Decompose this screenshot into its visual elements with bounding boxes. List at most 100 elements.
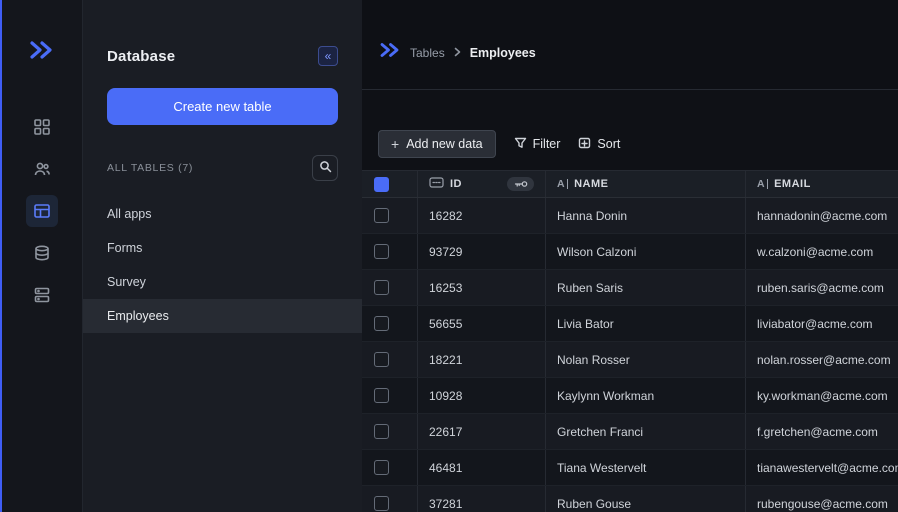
row-checkbox[interactable] xyxy=(374,496,389,511)
cell-name[interactable]: Hanna Donin xyxy=(546,198,746,233)
cell-name[interactable]: Ruben Gouse xyxy=(546,486,746,512)
cell-id[interactable]: 37281 xyxy=(418,486,546,512)
cell-name[interactable]: Ruben Saris xyxy=(546,270,746,305)
table-row[interactable]: 37281 Ruben Gouse rubengouse@acme.com xyxy=(362,486,898,512)
email-value: w.calzoni@acme.com xyxy=(757,245,873,259)
row-checkbox[interactable] xyxy=(374,280,389,295)
email-value: nolan.rosser@acme.com xyxy=(757,353,891,367)
id-field-type-icon xyxy=(429,177,444,191)
create-new-table-button[interactable]: Create new table xyxy=(107,88,338,125)
app-window: Database « Create new table ALL TABLES (… xyxy=(0,0,898,512)
row-checkbox[interactable] xyxy=(374,352,389,367)
email-value: hannadonin@acme.com xyxy=(757,209,887,223)
filter-button[interactable]: Filter xyxy=(514,130,561,158)
cell-id[interactable]: 56655 xyxy=(418,306,546,341)
cell-id[interactable]: 10928 xyxy=(418,378,546,413)
cell-id[interactable]: 16282 xyxy=(418,198,546,233)
row-checkbox[interactable] xyxy=(374,316,389,331)
sidebar: Database « Create new table ALL TABLES (… xyxy=(83,0,362,512)
breadcrumb: Tables Employees xyxy=(380,42,536,63)
email-value: tianawestervelt@acme.com xyxy=(757,461,898,475)
row-checkbox[interactable] xyxy=(374,388,389,403)
name-value: Hanna Donin xyxy=(557,209,627,223)
table-row[interactable]: 10928 Kaylynn Workman ky.workman@acme.co… xyxy=(362,378,898,414)
id-value: 18221 xyxy=(429,353,462,367)
cell-name[interactable]: Gretchen Franci xyxy=(546,414,746,449)
cell-email[interactable]: rubengouse@acme.com xyxy=(746,486,898,512)
cell-id[interactable]: 16253 xyxy=(418,270,546,305)
id-value: 10928 xyxy=(429,389,462,403)
filter-icon xyxy=(514,137,527,152)
table-row[interactable]: 16282 Hanna Donin hannadonin@acme.com xyxy=(362,198,898,234)
cell-name[interactable]: Tiana Westervelt xyxy=(546,450,746,485)
row-checkbox[interactable] xyxy=(374,424,389,439)
sidebar-table-item[interactable]: All apps xyxy=(83,197,362,231)
sort-icon xyxy=(578,137,591,152)
cell-id[interactable]: 46481 xyxy=(418,450,546,485)
id-value: 16282 xyxy=(429,209,462,223)
dashboard-icon[interactable] xyxy=(26,111,58,143)
search-icon xyxy=(319,160,332,176)
column-header-id[interactable]: ID xyxy=(418,171,546,197)
add-new-data-button[interactable]: + Add new data xyxy=(378,130,496,158)
cell-id[interactable]: 93729 xyxy=(418,234,546,269)
name-value: Ruben Gouse xyxy=(557,497,631,511)
table-row[interactable]: 56655 Livia Bator liviabator@acme.com xyxy=(362,306,898,342)
users-icon[interactable] xyxy=(26,153,58,185)
column-label-name: NAME xyxy=(574,178,608,190)
row-checkbox[interactable] xyxy=(374,460,389,475)
text-field-type-icon: A xyxy=(557,178,568,190)
cell-email[interactable]: liviabator@acme.com xyxy=(746,306,898,341)
cell-email[interactable]: w.calzoni@acme.com xyxy=(746,234,898,269)
cell-id[interactable]: 18221 xyxy=(418,342,546,377)
breadcrumb-current-page: Employees xyxy=(470,46,536,60)
sidebar-table-item-label: Employees xyxy=(107,309,169,323)
table-row[interactable]: 93729 Wilson Calzoni w.calzoni@acme.com xyxy=(362,234,898,270)
add-new-data-label: Add new data xyxy=(406,137,482,151)
tables-list: All apps Forms Survey Employees xyxy=(83,197,362,333)
name-value: Kaylynn Workman xyxy=(557,389,654,403)
sidebar-table-item[interactable]: Forms xyxy=(83,231,362,265)
cell-email[interactable]: hannadonin@acme.com xyxy=(746,198,898,233)
table-icon[interactable] xyxy=(26,195,58,227)
name-value: Tiana Westervelt xyxy=(557,461,646,475)
column-header-email[interactable]: A EMAIL xyxy=(746,171,898,197)
sort-button[interactable]: Sort xyxy=(578,130,620,158)
sidebar-table-item-label: Forms xyxy=(107,241,142,255)
select-all-checkbox[interactable] xyxy=(374,177,389,192)
table-row[interactable]: 18221 Nolan Rosser nolan.rosser@acme.com xyxy=(362,342,898,378)
cell-name[interactable]: Livia Bator xyxy=(546,306,746,341)
cell-email[interactable]: f.gretchen@acme.com xyxy=(746,414,898,449)
table-row[interactable]: 16253 Ruben Saris ruben.saris@acme.com xyxy=(362,270,898,306)
cell-name[interactable]: Nolan Rosser xyxy=(546,342,746,377)
column-header-name[interactable]: A NAME xyxy=(546,171,746,197)
id-value: 56655 xyxy=(429,317,462,331)
primary-key-badge xyxy=(507,177,534,191)
row-checkbox[interactable] xyxy=(374,244,389,259)
table-row[interactable]: 22617 Gretchen Franci f.gretchen@acme.co… xyxy=(362,414,898,450)
collapse-sidebar-button[interactable]: « xyxy=(318,46,338,66)
cell-email[interactable]: ruben.saris@acme.com xyxy=(746,270,898,305)
breadcrumb-tables-link[interactable]: Tables xyxy=(410,46,445,60)
sidebar-table-item[interactable]: Survey xyxy=(83,265,362,299)
sort-label: Sort xyxy=(597,137,620,151)
breadcrumb-logo-icon xyxy=(380,42,402,63)
table-row[interactable]: 46481 Tiana Westervelt tianawestervelt@a… xyxy=(362,450,898,486)
layers-icon[interactable] xyxy=(26,237,58,269)
id-value: 37281 xyxy=(429,497,462,511)
cell-name[interactable]: Kaylynn Workman xyxy=(546,378,746,413)
cell-name[interactable]: Wilson Calzoni xyxy=(546,234,746,269)
cell-email[interactable]: nolan.rosser@acme.com xyxy=(746,342,898,377)
chevron-right-icon xyxy=(453,44,462,62)
sidebar-table-item[interactable]: Employees xyxy=(83,299,362,333)
icon-rail xyxy=(2,0,83,512)
id-value: 93729 xyxy=(429,245,462,259)
cell-id[interactable]: 22617 xyxy=(418,414,546,449)
row-checkbox[interactable] xyxy=(374,208,389,223)
database-icon[interactable] xyxy=(26,279,58,311)
cell-email[interactable]: ky.workman@acme.com xyxy=(746,378,898,413)
id-value: 22617 xyxy=(429,425,462,439)
search-tables-button[interactable] xyxy=(312,155,338,181)
cell-email[interactable]: tianawestervelt@acme.com xyxy=(746,450,898,485)
main-content: Tables Employees + Add new data Filter xyxy=(362,0,898,512)
